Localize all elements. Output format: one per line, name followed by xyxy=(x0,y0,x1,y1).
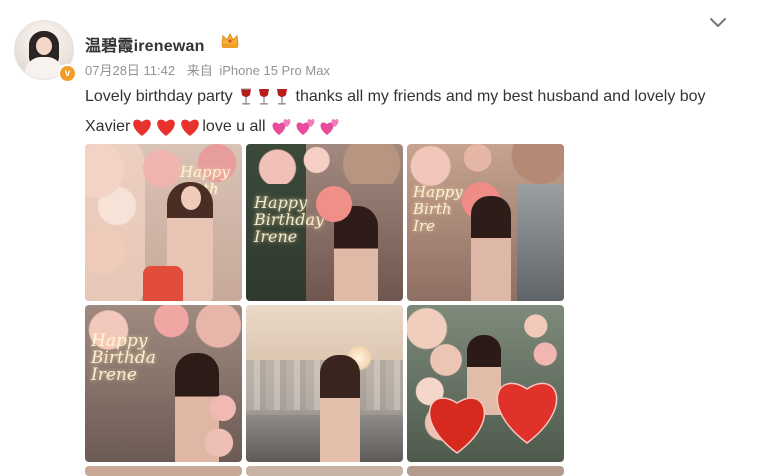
avatar[interactable]: v xyxy=(14,20,77,83)
chevron-down-icon[interactable] xyxy=(708,16,728,30)
wine-glass-icon xyxy=(259,88,270,105)
photo-4[interactable]: Happy Birthda Irene xyxy=(85,305,242,462)
post-text-part3: love u all xyxy=(202,118,266,135)
username[interactable]: 温碧霞irenewan xyxy=(85,32,205,56)
wine-glass-icon xyxy=(277,88,288,105)
crown-icon xyxy=(221,32,239,48)
photo-6[interactable] xyxy=(407,305,564,462)
wine-glass-icon xyxy=(241,88,252,105)
two-hearts-icon xyxy=(320,118,339,135)
verified-badge-icon: v xyxy=(58,64,77,83)
post-meta: 07月28日 11:42 来自 iPhone 15 Pro Max xyxy=(85,60,338,79)
device-name[interactable]: iPhone 15 Pro Max xyxy=(219,63,330,78)
red-heart-icon xyxy=(181,119,200,136)
post-text-part1: Lovely birthday party xyxy=(85,88,233,105)
photo-3[interactable]: Happy Birth Ire xyxy=(407,144,564,301)
photo-1[interactable]: HappyBirth xyxy=(85,144,242,301)
photo-5[interactable] xyxy=(246,305,403,462)
two-hearts-icon xyxy=(272,118,291,135)
photo-2[interactable]: Happy Birthday Irene xyxy=(246,144,403,301)
source-prefix: 来自 xyxy=(186,63,213,78)
red-heart-icon xyxy=(133,119,152,136)
red-heart-icon xyxy=(157,119,176,136)
two-hearts-icon xyxy=(296,118,315,135)
post-text: Lovely birthday party thanks all my frie… xyxy=(85,82,735,142)
post-date[interactable]: 07月28日 11:42 xyxy=(85,63,175,78)
